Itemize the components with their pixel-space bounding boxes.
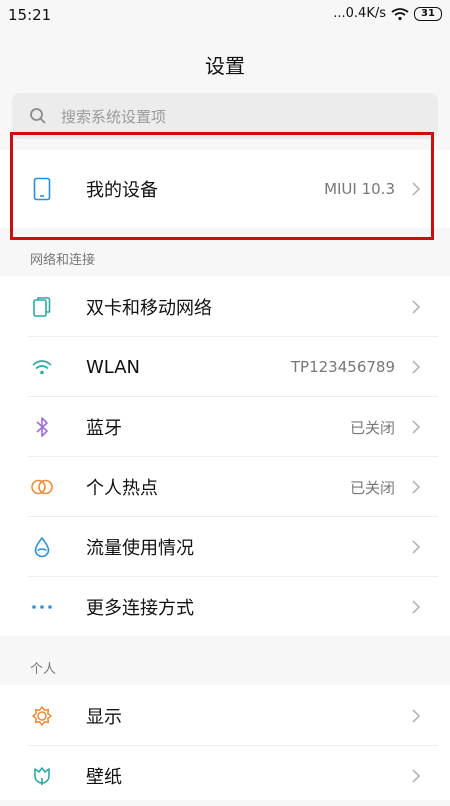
my-device-value: MIUI 10.3 (324, 180, 395, 198)
chevron-right-icon (412, 480, 421, 494)
wifi-status-icon (391, 7, 409, 20)
more-dots-icon (28, 593, 56, 621)
bluetooth-item[interactable]: 蓝牙 已关闭 (0, 397, 450, 457)
item-value: 已关闭 (349, 478, 395, 497)
item-label: 蓝牙 (86, 418, 122, 439)
phone-icon (28, 175, 56, 203)
search-placeholder: 搜索系统设置项 (61, 107, 167, 126)
item-label: 流量使用情况 (86, 538, 194, 559)
chevron-right-icon (412, 420, 421, 434)
item-label: 壁纸 (86, 767, 122, 788)
item-label: 更多连接方式 (86, 598, 194, 619)
data-usage-item[interactable]: 流量使用情况 (0, 517, 450, 577)
item-label: 个人热点 (86, 478, 158, 499)
chevron-right-icon (412, 182, 421, 196)
search-input[interactable]: 搜索系统设置项 (12, 93, 438, 139)
search-icon (30, 108, 46, 124)
chevron-right-icon (412, 769, 421, 783)
wlan-item[interactable]: WLAN TP123456789 (0, 337, 450, 397)
hotspot-icon (28, 473, 56, 501)
hotspot-item[interactable]: 个人热点 已关闭 (0, 457, 450, 517)
page-title: 设置 (205, 54, 245, 78)
item-label: 显示 (86, 707, 122, 728)
sun-icon (28, 702, 56, 730)
drop-icon (28, 533, 56, 561)
chevron-right-icon (412, 709, 421, 723)
my-device-label: 我的设备 (86, 180, 158, 201)
sim-card-icon (28, 293, 56, 321)
more-connections-item[interactable]: 更多连接方式 (0, 577, 450, 637)
section-header-personal: 个人 (30, 662, 57, 677)
tulip-icon (28, 762, 56, 790)
status-bar: 15:21 ...0.4K/s 31 (0, 0, 450, 30)
battery-icon: 31 (414, 6, 442, 21)
network-speed: ...0.4K/s (333, 6, 386, 21)
my-device-item[interactable]: 我的设备 MIUI 10.3 (0, 159, 450, 219)
item-value: TP123456789 (290, 358, 395, 376)
bluetooth-icon (28, 413, 56, 441)
chevron-right-icon (412, 360, 421, 374)
display-item[interactable]: 显示 (0, 686, 450, 746)
item-label: WLAN (86, 356, 141, 378)
sim-mobile-network-item[interactable]: 双卡和移动网络 (0, 277, 450, 337)
chevron-right-icon (412, 300, 421, 314)
wallpaper-item[interactable]: 壁纸 (0, 746, 450, 806)
status-indicators: ...0.4K/s 31 (333, 6, 442, 21)
chevron-right-icon (412, 600, 421, 614)
section-header-network: 网络和连接 (30, 253, 96, 268)
status-time: 15:21 (8, 6, 52, 24)
wifi-icon (28, 353, 56, 381)
item-value: 已关闭 (349, 418, 395, 437)
item-label: 双卡和移动网络 (86, 298, 212, 319)
chevron-right-icon (412, 540, 421, 554)
